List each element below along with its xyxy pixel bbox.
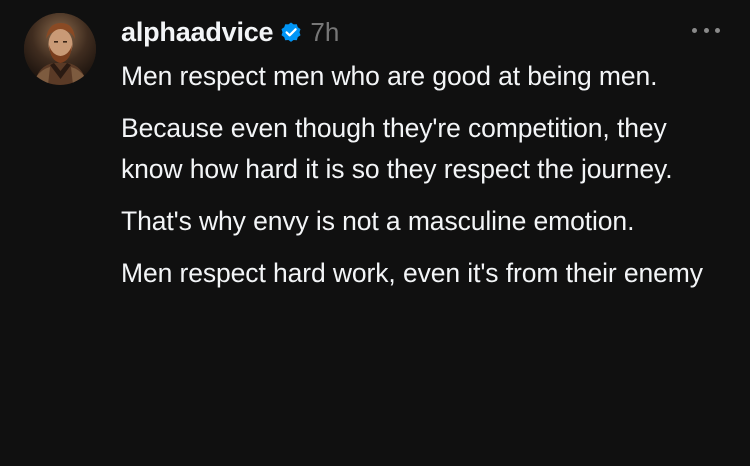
thread-post: alphaadvice 7h Men respect men who are g… xyxy=(0,0,750,466)
post-paragraph: That's why envy is not a masculine emoti… xyxy=(121,206,635,236)
dot xyxy=(692,27,697,33)
dot xyxy=(703,27,709,33)
post-body: Men respect men who are good at being me… xyxy=(121,56,731,305)
post-header: alphaadvice 7h xyxy=(121,14,339,50)
verified-badge-icon xyxy=(279,20,303,44)
avatar-icon xyxy=(24,13,96,85)
timestamp: 7h xyxy=(310,16,340,47)
post-paragraph: Men respect hard work, even it's from th… xyxy=(121,258,703,288)
post-paragraph: Men respect men who are good at being me… xyxy=(121,61,658,91)
more-options-icon[interactable] xyxy=(692,24,720,36)
username[interactable]: alphaadvice xyxy=(121,17,274,48)
post-paragraph: Because even though they're competition,… xyxy=(121,113,673,184)
dot xyxy=(715,27,720,33)
avatar[interactable] xyxy=(24,13,96,85)
